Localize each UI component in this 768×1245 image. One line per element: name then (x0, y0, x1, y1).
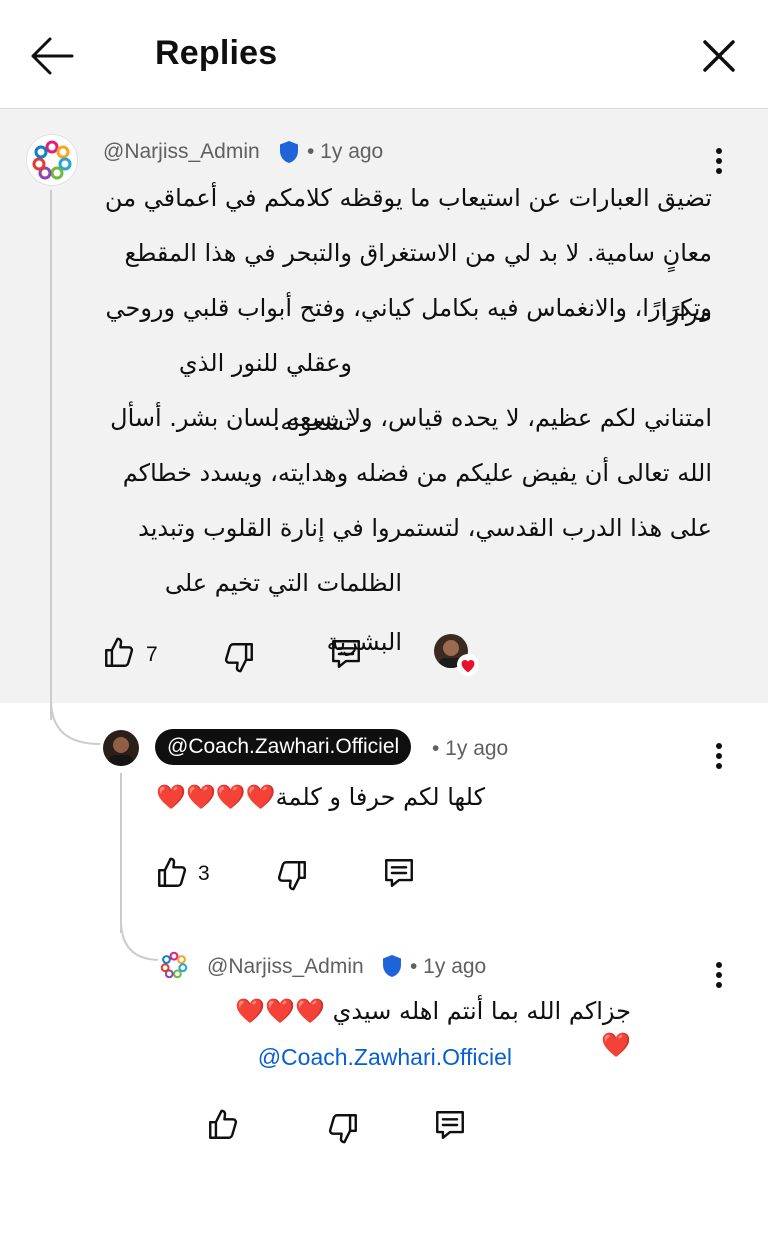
verified-badge-icon (279, 140, 299, 164)
heart-icon (457, 654, 479, 676)
reply-comment-icon[interactable] (381, 856, 417, 890)
reply-comment-icon[interactable] (432, 1108, 468, 1142)
more-vertical-icon[interactable] (716, 962, 722, 992)
avatar[interactable] (26, 134, 78, 186)
thread-line-2 (120, 773, 122, 933)
more-vertical-icon[interactable] (716, 148, 722, 178)
avatar[interactable] (103, 730, 139, 766)
more-vertical-icon[interactable] (716, 743, 722, 773)
comment-author[interactable]: @Narjiss_Admin (103, 140, 260, 164)
page-title: Replies (155, 34, 278, 72)
arrow-left-icon[interactable] (30, 36, 74, 76)
like-count: 7 (146, 643, 158, 666)
like-count: 3 (198, 862, 210, 885)
thumbs-up-icon[interactable] (102, 636, 136, 670)
thumbs-down-icon[interactable] (275, 858, 309, 892)
thread-line (50, 190, 52, 720)
thumbs-down-icon[interactable] (326, 1111, 360, 1145)
comment-text-line: امتناني لكم عظيم، لا يحده قياس، ولا يسعه… (110, 404, 712, 432)
comment-time: • 1y ago (307, 140, 384, 163)
thumbs-down-icon[interactable] (222, 640, 256, 674)
replies-header: Replies (0, 0, 768, 109)
verified-badge-icon (382, 954, 402, 978)
narjiss-logo-icon (32, 140, 72, 180)
comment-time: • 1y ago (410, 955, 487, 978)
narjiss-logo-icon (160, 951, 188, 979)
comment-author[interactable]: @Narjiss_Admin (207, 955, 364, 979)
comment-time: • 1y ago (432, 737, 509, 760)
comment-text: كلها لكم حرفا و كلمة❤️❤️❤️❤️ (156, 783, 485, 811)
comment-text-line: وتكرارًا، والانغماس فيه بكامل كياني، وفت… (105, 294, 712, 322)
creator-author-badge[interactable]: @Coach.Zawhari.Officiel (155, 729, 412, 765)
thread-curve (50, 700, 100, 745)
avatar[interactable] (157, 948, 191, 982)
reply-comment-icon[interactable] (328, 637, 364, 671)
comment-text-line: الله تعالى أن يفيض عليكم من فضله وهدايته… (122, 459, 712, 487)
mention-link[interactable]: Coach.Zawhari.Officiel@ (212, 1044, 512, 1071)
thumbs-up-icon[interactable] (206, 1108, 240, 1142)
thread-curve-2 (120, 920, 160, 961)
comment-text-line: تضيق العبارات عن استيعاب ما يوقظه كلامكم… (104, 184, 712, 212)
comment-text-line: على هذا الدرب القدسي، لتستمروا في إنارة … (138, 514, 712, 542)
thumbs-up-icon[interactable] (155, 856, 189, 890)
close-icon[interactable] (702, 39, 736, 73)
